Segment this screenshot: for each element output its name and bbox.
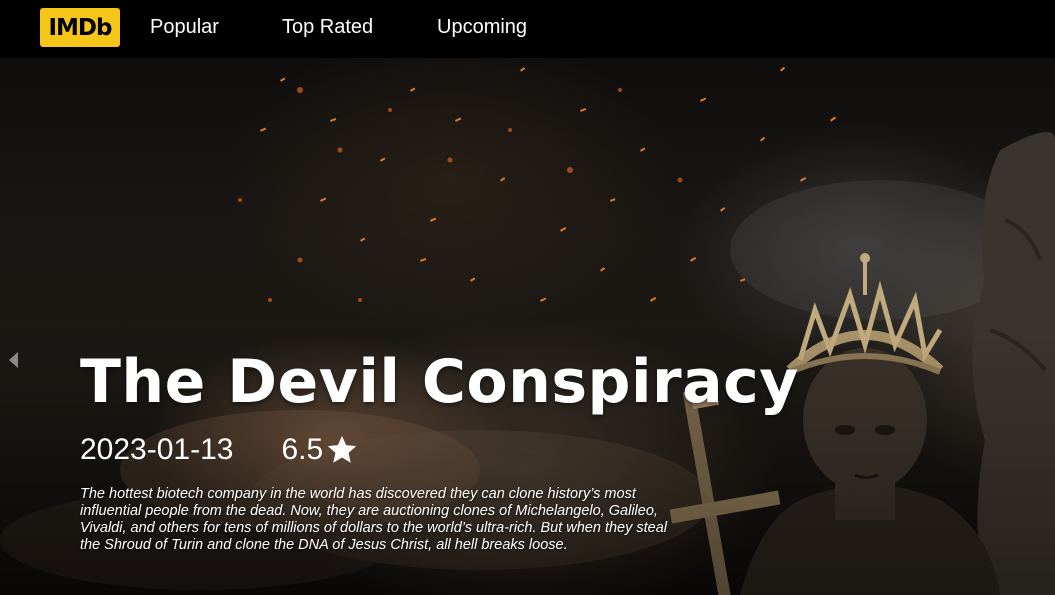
rating-value: 6.5: [281, 433, 324, 466]
rating: 6.5: [281, 433, 359, 467]
nav-link-popular[interactable]: Popular: [150, 16, 219, 39]
movie-meta: 2023-01-13 6.5: [80, 430, 359, 470]
release-date: 2023-01-13: [80, 433, 234, 466]
home-page: IMDb Popular Top Rated Upcoming The Devi…: [0, 0, 1055, 595]
star-icon: [328, 435, 357, 463]
chevron-left-icon[interactable]: [9, 352, 18, 368]
movie-title: The Devil Conspiracy: [80, 347, 799, 417]
nav-link-top-rated[interactable]: Top Rated: [282, 16, 373, 39]
imdb-logo[interactable]: IMDb: [40, 8, 120, 47]
nav-link-upcoming[interactable]: Upcoming: [437, 16, 527, 39]
movie-overview: The hottest biotech company in the world…: [80, 486, 668, 553]
top-navbar: IMDb Popular Top Rated Upcoming: [0, 0, 1055, 58]
